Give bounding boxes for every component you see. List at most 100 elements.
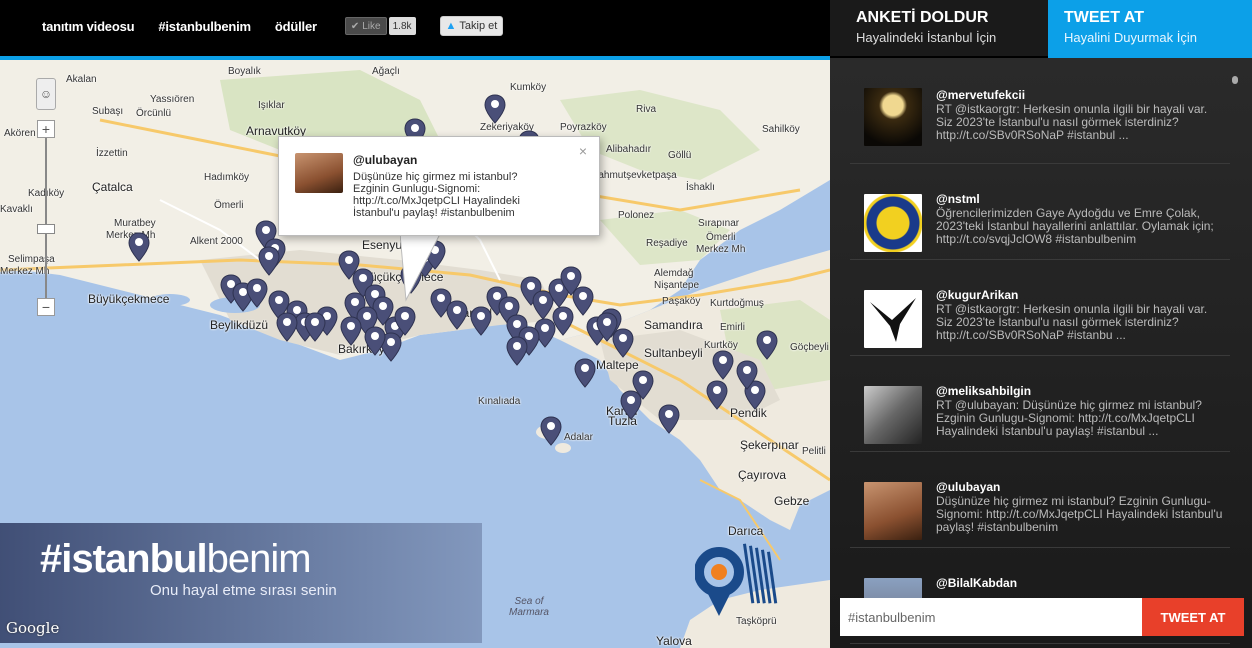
tweet-username[interactable]: @BilalKabdan bbox=[936, 576, 1230, 590]
map-marker-icon[interactable] bbox=[340, 316, 362, 346]
map-marker-icon[interactable] bbox=[574, 358, 596, 388]
place-label: Riva bbox=[636, 104, 657, 115]
place-label: Reşadiye bbox=[646, 238, 688, 249]
like-button[interactable]: ✔ Like bbox=[344, 17, 387, 35]
tab-tweet[interactable]: TWEET AT Hayalini Duyurmak İçin bbox=[1048, 0, 1252, 58]
zoom-slider-handle[interactable] bbox=[37, 224, 55, 234]
tweet-avatar bbox=[864, 482, 922, 540]
tweet-item[interactable]: @meliksahbilgin RT @ulubayan: Düşünüze h… bbox=[850, 356, 1230, 452]
place-label: Hadımköy bbox=[204, 172, 250, 183]
nav-awards-link[interactable]: ödüller bbox=[275, 19, 317, 34]
place-label: Adalar bbox=[564, 432, 593, 443]
place-label: Şekerpınar bbox=[740, 438, 799, 452]
place-label: İshaklı bbox=[686, 182, 715, 193]
map-marker-icon[interactable] bbox=[572, 286, 594, 316]
tweet-tab-subtitle: Hayalini Duyurmak İçin bbox=[1064, 30, 1197, 45]
place-label: Çayırova bbox=[738, 468, 787, 482]
place-label: Paşaköy bbox=[662, 296, 701, 307]
like-label: Like bbox=[362, 20, 381, 32]
map-marker-icon[interactable] bbox=[712, 350, 734, 380]
nav-video-link[interactable]: tanıtım videosu bbox=[42, 19, 135, 34]
place-label: Sırapınar bbox=[698, 218, 740, 229]
place-label: Çatalca bbox=[92, 180, 133, 194]
map-marker-icon[interactable] bbox=[128, 232, 150, 262]
map-marker-icon[interactable] bbox=[276, 312, 298, 342]
top-bar: tanıtım videosu #istanbulbenim ödüller ✔… bbox=[0, 0, 830, 56]
map-marker-icon[interactable] bbox=[632, 370, 654, 400]
tweet-info-popup: @ulubayan Düşünüze hiç girmez mi istanbu… bbox=[278, 136, 600, 236]
tweet-feed[interactable]: @mervetufekcii RT @istkaorgtr: Herkesin … bbox=[850, 58, 1230, 644]
street-view-pegman-icon[interactable]: ☺ bbox=[36, 78, 56, 110]
place-label: Sultanbeyli bbox=[644, 346, 703, 360]
tweet-username[interactable]: @kugurArikan bbox=[936, 288, 1230, 302]
tweet-input[interactable] bbox=[840, 598, 1142, 636]
map-marker-icon[interactable] bbox=[736, 360, 758, 390]
map-marker-icon[interactable] bbox=[596, 312, 618, 342]
eagle-icon bbox=[870, 298, 916, 342]
ika-logo-icon[interactable] bbox=[695, 538, 791, 618]
tweet-text: Öğrencilerimizden Gaye Aydoğdu ve Emre Ç… bbox=[936, 206, 1214, 246]
map-marker-icon[interactable] bbox=[304, 312, 326, 342]
twitter-bird-icon: ▲ bbox=[445, 20, 457, 32]
tweet-item[interactable]: @kugurArikan RT @istkaorgtr: Herkesin on… bbox=[850, 260, 1230, 356]
map-zoom-control: ☺ + − bbox=[36, 78, 56, 316]
map-marker-icon[interactable] bbox=[756, 330, 778, 360]
tweet-avatar bbox=[864, 386, 922, 444]
map-marker-icon[interactable] bbox=[706, 380, 728, 410]
place-label: Darıca bbox=[728, 524, 764, 538]
place-label: Poyrazköy bbox=[560, 122, 607, 133]
top-nav: tanıtım videosu #istanbulbenim ödüller ✔… bbox=[42, 16, 504, 36]
map-marker-icon[interactable] bbox=[658, 404, 680, 434]
place-label: Pelitli bbox=[802, 446, 826, 457]
tab-survey[interactable]: ANKETİ DOLDUR Hayalindeki İstanbul İçin bbox=[830, 0, 1048, 56]
map-marker-icon[interactable] bbox=[258, 246, 280, 276]
map-marker-icon[interactable] bbox=[506, 336, 528, 366]
tweet-item[interactable]: @mervetufekcii RT @istkaorgtr: Herkesin … bbox=[850, 58, 1230, 164]
brand-title-bold: #istanbul bbox=[40, 537, 208, 581]
popup-close-icon[interactable]: × bbox=[579, 143, 587, 159]
popup-tail bbox=[400, 234, 441, 302]
twitter-follow-button[interactable]: ▲ Takip et bbox=[439, 16, 504, 36]
like-count: 1.8k bbox=[388, 17, 416, 35]
place-label: Boyalık bbox=[228, 66, 261, 77]
tweet-avatar bbox=[864, 88, 922, 146]
tweet-composer: TWEET AT bbox=[840, 598, 1244, 636]
header-tabs: ANKETİ DOLDUR Hayalindeki İstanbul İçin … bbox=[830, 0, 1252, 58]
place-label: Kurtdoğmuş bbox=[710, 298, 764, 309]
brand-title: #istanbulbenim bbox=[40, 537, 312, 582]
tweet-item[interactable]: @nstml Öğrencilerimizden Gaye Aydoğdu ve… bbox=[850, 164, 1230, 260]
nav-hashtag-link[interactable]: #istanbulbenim bbox=[158, 19, 251, 34]
zoom-in-button[interactable]: + bbox=[37, 120, 55, 138]
map-marker-icon[interactable] bbox=[540, 416, 562, 446]
place-label: Nişantepe bbox=[654, 280, 700, 291]
zoom-slider[interactable] bbox=[37, 138, 55, 298]
tweet-username[interactable]: @mervetufekcii bbox=[936, 88, 1230, 102]
place-label: Beylikdüzü bbox=[210, 318, 269, 332]
place-label: Samandıra bbox=[644, 318, 703, 332]
map-canvas[interactable]: Boyalık Ağaçlı Kumköy Akalan Yassıören I… bbox=[0, 60, 830, 648]
tweet-username[interactable]: @nstml bbox=[936, 192, 1230, 206]
scrollbar-thumb[interactable] bbox=[1232, 76, 1238, 84]
tweet-username[interactable]: @ulubayan bbox=[936, 480, 1230, 494]
tweet-submit-button[interactable]: TWEET AT bbox=[1142, 598, 1244, 636]
map-marker-icon[interactable] bbox=[446, 300, 468, 330]
tweet-feed-panel: @mervetufekcii RT @istkaorgtr: Herkesin … bbox=[830, 58, 1252, 648]
zoom-out-button[interactable]: − bbox=[37, 298, 55, 316]
place-label: Gebze bbox=[774, 494, 810, 508]
map-marker-icon[interactable] bbox=[246, 278, 268, 308]
place-label: Akalan bbox=[66, 74, 97, 85]
place-label: Alemdağ bbox=[654, 268, 694, 279]
tweet-username[interactable]: @meliksahbilgin bbox=[936, 384, 1230, 398]
map-marker-icon[interactable] bbox=[364, 326, 386, 356]
tweet-text: Düşünüze hiç girmez mi istanbul? Ezginin… bbox=[936, 494, 1223, 534]
place-label: Kınalıada bbox=[478, 396, 521, 407]
brand-title-thin: benim bbox=[206, 537, 312, 581]
popup-username: @ulubayan bbox=[353, 153, 418, 167]
google-logo: Google bbox=[6, 619, 60, 637]
place-label: Yassıören bbox=[150, 94, 195, 105]
tweet-text: RT @ulubayan: Düşünüze hiç girmez mi ist… bbox=[936, 398, 1202, 438]
map-marker-icon[interactable] bbox=[484, 94, 506, 124]
popup-message: Düşünüze hiç girmez mi istanbul? Ezginin… bbox=[353, 171, 520, 219]
place-label: Muratbey bbox=[114, 218, 156, 229]
tweet-item[interactable]: @ulubayan Düşünüze hiç girmez mi istanbu… bbox=[850, 452, 1230, 548]
